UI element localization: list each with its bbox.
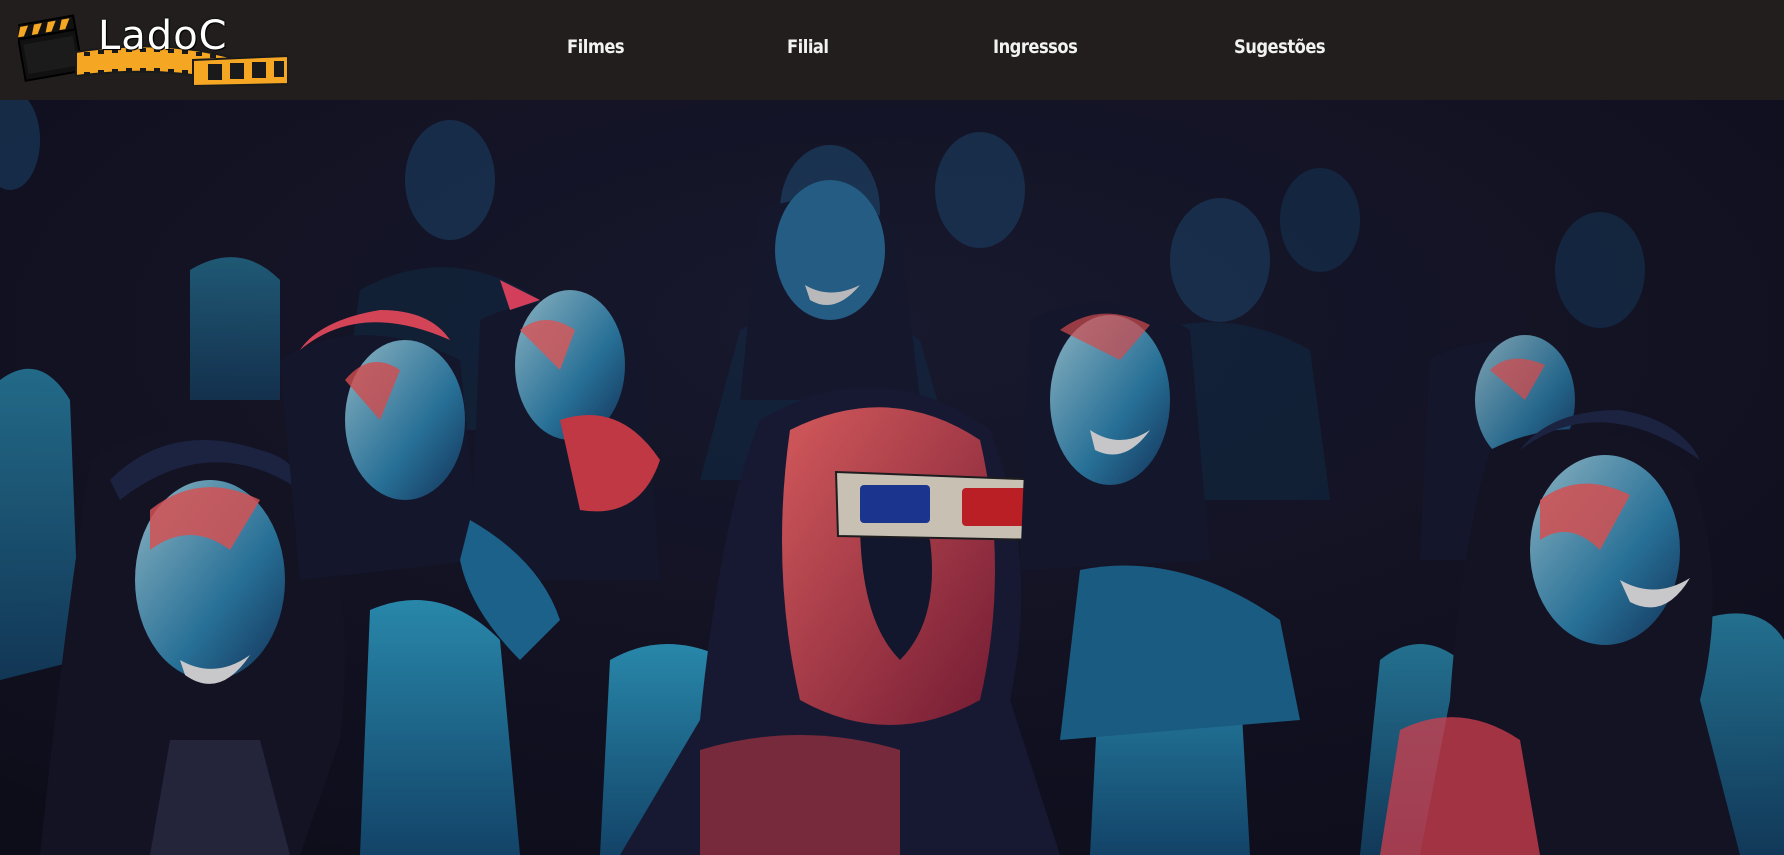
top-navigation-bar: LadoC Filmes Filial Ingressos Sugestões (0, 0, 1784, 100)
nav-item-ingressos[interactable]: Ingressos (993, 36, 1078, 58)
nav-item-filmes[interactable]: Filmes (567, 36, 625, 58)
page: LadoC Filmes Filial Ingressos Sugestões (0, 0, 1784, 855)
logo-wordmark: LadoC (98, 13, 228, 59)
cinema-audience-illustration-icon (0, 100, 1784, 855)
nav-item-filial[interactable]: Filial (787, 36, 829, 58)
nav-item-sugestoes[interactable]: Sugestões (1234, 36, 1326, 58)
hero-banner (0, 100, 1784, 855)
logo-link[interactable]: LadoC (18, 2, 288, 86)
